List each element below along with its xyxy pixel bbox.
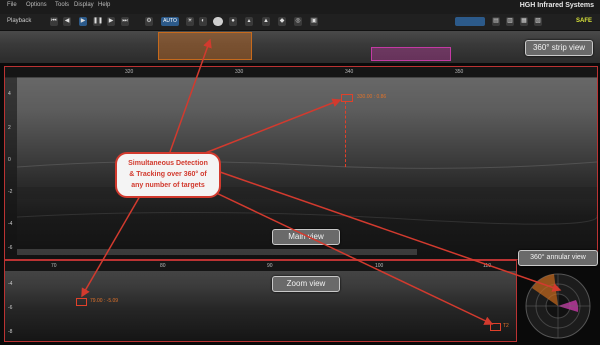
callout-box: Simultaneous Detection & Tracking over 3…	[115, 152, 221, 198]
callout-line: any number of targets	[131, 182, 205, 189]
callout-text: Simultaneous Detection & Tracking over 3…	[117, 158, 219, 191]
callout-arrows	[81, 38, 562, 325]
callout-line: & Tracking over 360° of	[129, 171, 207, 178]
callout-line: Simultaneous Detection	[128, 160, 208, 167]
